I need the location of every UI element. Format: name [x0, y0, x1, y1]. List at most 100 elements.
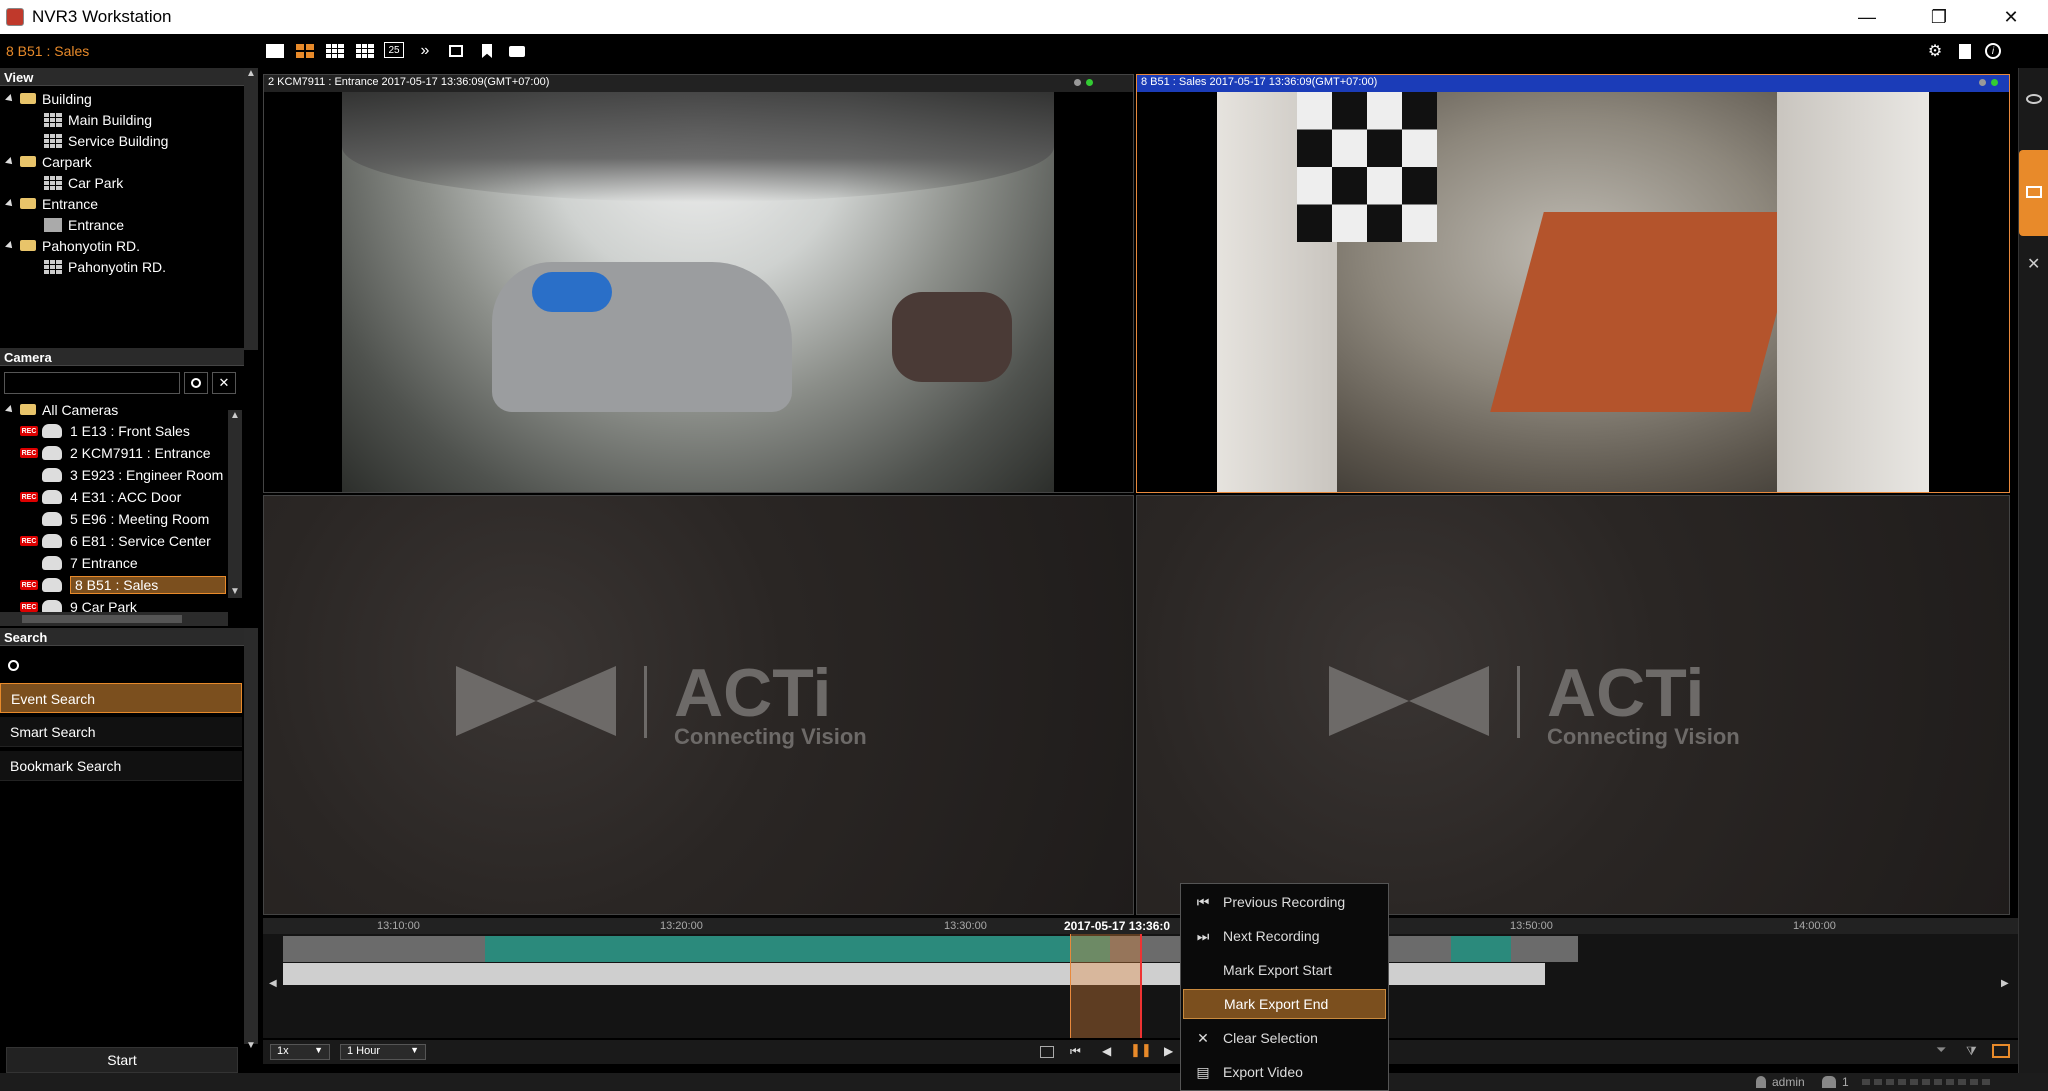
- rec-badge: REC: [20, 426, 38, 436]
- timeline-right-arrow-icon[interactable]: ▶: [2001, 978, 2009, 989]
- start-button[interactable]: Start: [6, 1047, 238, 1073]
- logo-brand: ACTi: [1547, 655, 1705, 731]
- eye-icon[interactable]: [2026, 94, 2042, 104]
- timeline-tick-label: 13:30:00: [944, 920, 987, 932]
- more-layouts-button[interactable]: »: [414, 42, 436, 60]
- grid-view-icon: [44, 133, 62, 148]
- timeline-track-area[interactable]: ◀ ▶: [263, 934, 2018, 1038]
- layout-25-button[interactable]: 25: [384, 42, 404, 58]
- pause-button[interactable]: ❚❚: [1130, 1042, 1152, 1058]
- settings-button[interactable]: ⚙: [1924, 42, 1946, 60]
- search-scrollbar[interactable]: ▼: [244, 628, 258, 1051]
- layout-9-icon: [326, 44, 344, 58]
- log-button[interactable]: [1954, 42, 1976, 60]
- camera-item[interactable]: REC 9 Car Park: [20, 596, 226, 612]
- open-view-button[interactable]: [445, 42, 467, 60]
- view-item[interactable]: Pahonyotin RD.: [5, 235, 140, 256]
- search-item[interactable]: Bookmark Search: [0, 751, 242, 781]
- camera-hscrollbar[interactable]: [0, 612, 228, 626]
- layout-16-button[interactable]: [354, 42, 376, 60]
- video-tile-3[interactable]: ACTi Connecting Vision: [263, 495, 1134, 915]
- search-item[interactable]: Smart Search: [0, 717, 242, 747]
- playhead[interactable]: [1140, 934, 1142, 1038]
- view-item[interactable]: Carpark: [5, 151, 92, 172]
- menu-item[interactable]: ✕ Clear Selection: [1183, 1023, 1386, 1053]
- speed-select[interactable]: 1x ▼: [270, 1044, 330, 1060]
- status-dot-icon: [1086, 79, 1093, 86]
- view-item[interactable]: Service Building: [44, 130, 168, 151]
- all-cameras-node[interactable]: All Cameras: [5, 399, 118, 420]
- video-tile-2[interactable]: 8 B51 : Sales 2017-05-17 13:36:09(GMT+07…: [1136, 74, 2010, 493]
- video-tile-4[interactable]: ACTi Connecting Vision: [1136, 495, 2010, 915]
- menu-item[interactable]: ▤ Export Video: [1183, 1057, 1386, 1087]
- film-icon: [2026, 186, 2042, 198]
- view-item[interactable]: Car Park: [44, 172, 123, 193]
- camera-item-label: 9 Car Park: [70, 599, 137, 612]
- camera-item[interactable]: REC 1 E13 : Front Sales: [20, 420, 226, 442]
- view-item[interactable]: Entrance: [44, 214, 124, 235]
- hscroll-thumb[interactable]: [22, 615, 182, 623]
- status-dot-icon: [1074, 79, 1081, 86]
- view-item[interactable]: Entrance: [5, 193, 99, 214]
- folder-icon: [20, 156, 36, 167]
- tools-icon[interactable]: ✕: [2027, 254, 2040, 274]
- camera-item[interactable]: 7 Entrance: [20, 552, 226, 574]
- calendar-button[interactable]: [1040, 1046, 1054, 1058]
- rec-badge: REC: [20, 536, 38, 546]
- snapshot-button[interactable]: [506, 42, 528, 60]
- timeline-current-time: 2017-05-17 13:36:0: [1064, 919, 1171, 933]
- logo-tagline: Connecting Vision: [674, 724, 867, 749]
- camera-scrollbar[interactable]: ▲ ▼: [228, 410, 242, 598]
- info-button[interactable]: i: [1982, 42, 2004, 60]
- layout-9-button[interactable]: [324, 42, 346, 60]
- camera-item[interactable]: REC 6 E81 : Service Center: [20, 530, 226, 552]
- folder-icon: [20, 93, 36, 104]
- filter-icon[interactable]: ⏷: [1936, 1042, 1946, 1058]
- expand-icon: [5, 240, 15, 251]
- camera-item[interactable]: REC 4 E31 : ACC Door: [20, 486, 226, 508]
- range-select[interactable]: 1 Hour ▼: [340, 1044, 426, 1060]
- timeline-left-arrow-icon[interactable]: ◀: [269, 978, 277, 989]
- bookmark-button[interactable]: [476, 42, 498, 60]
- export-selection[interactable]: [1070, 934, 1142, 1038]
- layout-1-button[interactable]: [264, 42, 286, 60]
- funnel-icon[interactable]: ⧩: [1966, 1044, 1977, 1059]
- chevron-down-icon: ▼: [410, 1045, 419, 1055]
- export-book-icon[interactable]: [1992, 1044, 2010, 1058]
- menu-item[interactable]: ⏭ Next Recording: [1183, 921, 1386, 951]
- camera-item[interactable]: REC 8 B51 : Sales: [20, 574, 226, 596]
- restore-button[interactable]: ❐: [1910, 0, 1968, 34]
- video-tile-1[interactable]: 2 KCM7911 : Entrance 2017-05-17 13:36:09…: [263, 74, 1134, 493]
- menu-item[interactable]: Mark Export Start: [1183, 955, 1386, 985]
- view-item-label: Entrance: [42, 195, 99, 212]
- layout-4-button[interactable]: [294, 42, 316, 60]
- close-icon: ✕: [218, 375, 230, 390]
- playback-tab[interactable]: [2019, 150, 2048, 236]
- camera-item[interactable]: 3 E923 : Engineer Room: [20, 464, 226, 486]
- view-item[interactable]: Building: [5, 88, 92, 109]
- search-icon[interactable]: [8, 660, 19, 671]
- blue-car-shape: [532, 272, 612, 312]
- folder-icon: [20, 198, 36, 209]
- search-icon: [191, 378, 201, 388]
- camera-search-clear-button[interactable]: ✕: [212, 372, 236, 394]
- video-feed-sales: [1217, 92, 1929, 492]
- camera-search-button[interactable]: [184, 372, 208, 394]
- search-item[interactable]: Event Search: [0, 683, 242, 713]
- camera-item[interactable]: REC 2 KCM7911 : Entrance: [20, 442, 226, 464]
- menu-item[interactable]: Mark Export End: [1183, 989, 1386, 1019]
- desk-shape: [1490, 212, 1804, 412]
- camera-search-input[interactable]: [4, 372, 180, 394]
- step-forward-button[interactable]: ▶: [1164, 1044, 1173, 1058]
- camera-item[interactable]: 5 E96 : Meeting Room: [20, 508, 226, 530]
- view-item[interactable]: Main Building: [44, 109, 152, 130]
- minimize-button[interactable]: —: [1838, 0, 1896, 34]
- menu-item[interactable]: ⏮ Previous Recording: [1183, 887, 1386, 917]
- view-item[interactable]: Pahonyotin RD.: [44, 256, 166, 277]
- open-view-icon: [449, 45, 463, 57]
- skip-back-button[interactable]: ⏮: [1070, 1044, 1081, 1059]
- view-scrollbar[interactable]: ▲: [244, 68, 258, 350]
- step-back-button[interactable]: ◀: [1102, 1044, 1111, 1058]
- close-button[interactable]: ✕: [1982, 0, 2040, 34]
- menu-item-label: Previous Recording: [1223, 894, 1346, 910]
